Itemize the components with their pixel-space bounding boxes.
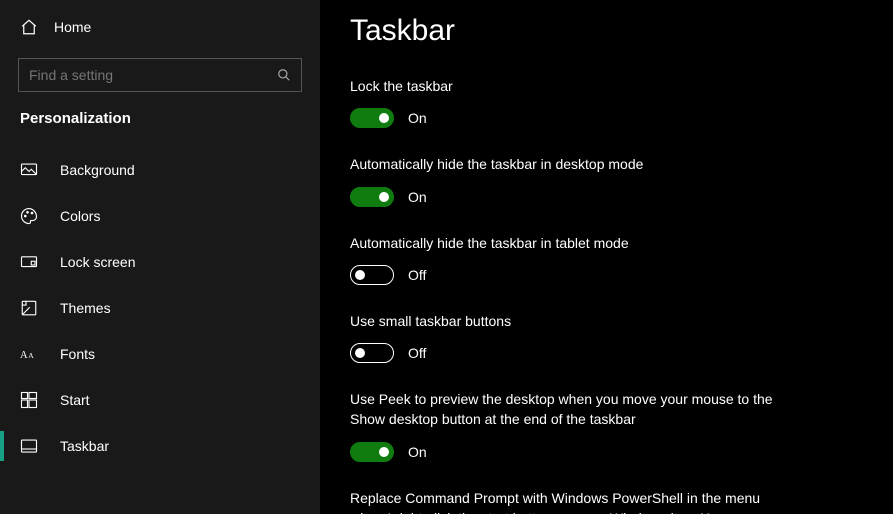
colors-icon — [20, 207, 38, 225]
sidebar-item-label: Colors — [60, 208, 100, 224]
setting-title: Use small taskbar buttons — [350, 311, 790, 331]
fonts-icon: AA — [20, 345, 38, 363]
themes-icon — [20, 299, 38, 317]
setting-title: Automatically hide the taskbar in tablet… — [350, 233, 790, 253]
toggle-state: On — [408, 110, 427, 126]
toggle-small-buttons[interactable] — [350, 343, 394, 363]
toggle-lock-taskbar[interactable] — [350, 108, 394, 128]
toggle-autohide-tablet[interactable] — [350, 265, 394, 285]
nav-list: Background Colors Lock screen Themes — [0, 147, 320, 469]
sidebar-item-label: Taskbar — [60, 438, 109, 454]
setting-title: Use Peek to preview the desktop when you… — [350, 389, 790, 430]
toggle-state: On — [408, 444, 427, 460]
taskbar-icon — [20, 437, 38, 455]
lock-screen-icon — [20, 253, 38, 271]
sidebar-item-lock-screen[interactable]: Lock screen — [0, 239, 320, 285]
search-input[interactable] — [19, 67, 301, 83]
sidebar-item-start[interactable]: Start — [0, 377, 320, 423]
toggle-state: Off — [408, 345, 426, 361]
toggle-autohide-desktop[interactable] — [350, 187, 394, 207]
search-icon — [277, 68, 291, 82]
search-box[interactable] — [18, 58, 302, 92]
section-title: Personalization — [0, 110, 320, 147]
setting-autohide-tablet: Automatically hide the taskbar in tablet… — [350, 233, 790, 285]
svg-text:A: A — [28, 351, 34, 360]
sidebar-item-colors[interactable]: Colors — [0, 193, 320, 239]
sidebar-item-label: Lock screen — [60, 254, 135, 270]
toggle-state: Off — [408, 267, 426, 283]
setting-title: Lock the taskbar — [350, 76, 790, 96]
setting-lock-taskbar: Lock the taskbar On — [350, 76, 790, 128]
home-icon — [20, 18, 38, 36]
sidebar-item-fonts[interactable]: AA Fonts — [0, 331, 320, 377]
setting-small-buttons: Use small taskbar buttons Off — [350, 311, 790, 363]
toggle-state: On — [408, 189, 427, 205]
setting-title: Automatically hide the taskbar in deskto… — [350, 154, 790, 174]
setting-autohide-desktop: Automatically hide the taskbar in deskto… — [350, 154, 790, 206]
sidebar-item-themes[interactable]: Themes — [0, 285, 320, 331]
start-icon — [20, 391, 38, 409]
page-title: Taskbar — [350, 14, 863, 48]
home-label: Home — [54, 19, 91, 35]
setting-peek: Use Peek to preview the desktop when you… — [350, 389, 790, 462]
sidebar-item-label: Fonts — [60, 346, 95, 362]
sidebar-item-background[interactable]: Background — [0, 147, 320, 193]
sidebar-item-label: Start — [60, 392, 90, 408]
sidebar-item-label: Background — [60, 162, 135, 178]
content-pane: Taskbar Lock the taskbar On Automaticall… — [320, 0, 893, 514]
sidebar-item-label: Themes — [60, 300, 111, 316]
sidebar: Home Personalization Background — [0, 0, 320, 514]
setting-title: Replace Command Prompt with Windows Powe… — [350, 488, 790, 514]
background-icon — [20, 161, 38, 179]
toggle-peek[interactable] — [350, 442, 394, 462]
svg-text:A: A — [20, 350, 28, 361]
setting-powershell: Replace Command Prompt with Windows Powe… — [350, 488, 790, 514]
sidebar-item-taskbar[interactable]: Taskbar — [0, 423, 320, 469]
home-nav[interactable]: Home — [0, 12, 320, 42]
